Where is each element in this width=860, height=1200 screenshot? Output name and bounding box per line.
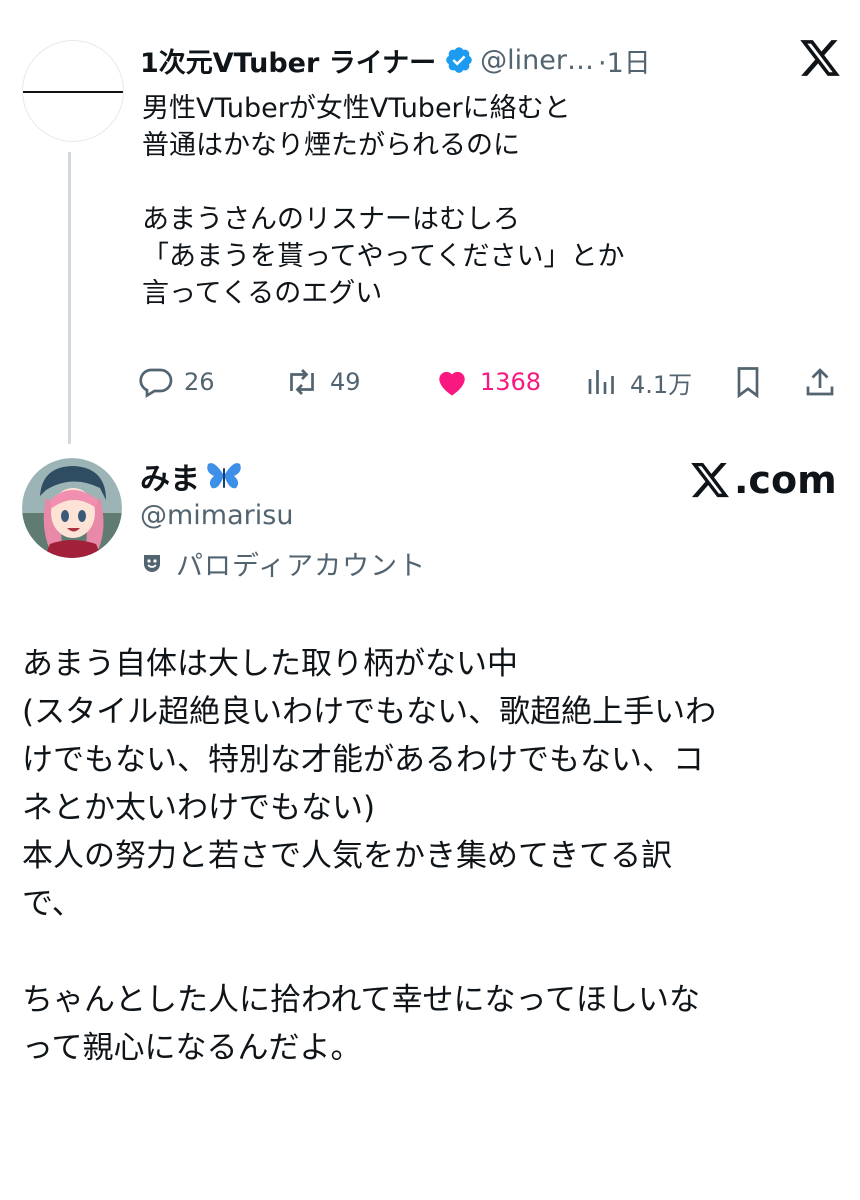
verified-badge-icon: [446, 47, 472, 73]
avatar-mima[interactable]: [22, 458, 122, 558]
like-count: 1368: [480, 368, 542, 396]
author-handle[interactable]: @liner…: [480, 45, 594, 76]
tweet-time[interactable]: ·1日: [598, 41, 651, 80]
reply-button[interactable]: 26: [138, 360, 215, 404]
parody-label-text: パロディアカウント: [176, 551, 427, 582]
reply-icon: [139, 368, 173, 398]
reply-count: 26: [184, 368, 215, 396]
bookmark-icon: [737, 367, 759, 399]
views-count: 4.1万: [630, 370, 693, 399]
like-button[interactable]: 1368: [434, 360, 541, 404]
repost-button[interactable]: 49: [284, 360, 361, 404]
quoted-tweet-text: あまう自体は大した取り柄がない中 (スタイル超絶良いわけでもない、歌超絶上手いわ…: [22, 646, 717, 1066]
tweet-header: 1次元VTuber ライナー @liner… ·1日: [140, 41, 651, 80]
repost-count: 49: [330, 368, 361, 396]
share-icon: [806, 368, 834, 396]
quoted-author-handle[interactable]: @mimarisu: [140, 500, 293, 531]
quoted-name-text: みま: [140, 462, 200, 497]
avatar-liner[interactable]: [22, 40, 124, 142]
views-button[interactable]: 4.1万: [584, 360, 692, 404]
butterfly-emoji-icon: [207, 463, 241, 489]
quoted-author-name[interactable]: みま: [140, 454, 242, 498]
thread-line: [68, 152, 71, 444]
x-logo-icon: [800, 40, 840, 76]
tweet-actions: 26 49 1368 4.1万: [138, 360, 838, 404]
like-icon: [439, 371, 465, 396]
bookmark-button[interactable]: [730, 360, 776, 404]
share-button[interactable]: [802, 360, 848, 404]
x-logo-icon: [691, 462, 729, 498]
xcom-text: .com: [734, 458, 837, 502]
repost-icon: [290, 369, 314, 395]
xcom-watermark: .com: [688, 458, 837, 502]
parody-mask-icon: [144, 554, 160, 572]
author-name[interactable]: 1次元VTuber ライナー: [140, 41, 436, 80]
parody-label: パロディアカウント: [140, 544, 426, 583]
views-icon: [588, 370, 614, 394]
tweet-text: 男性VTuberが女性VTuberに絡むと 普通はかなり煙たがられるのに あまう…: [142, 93, 625, 309]
